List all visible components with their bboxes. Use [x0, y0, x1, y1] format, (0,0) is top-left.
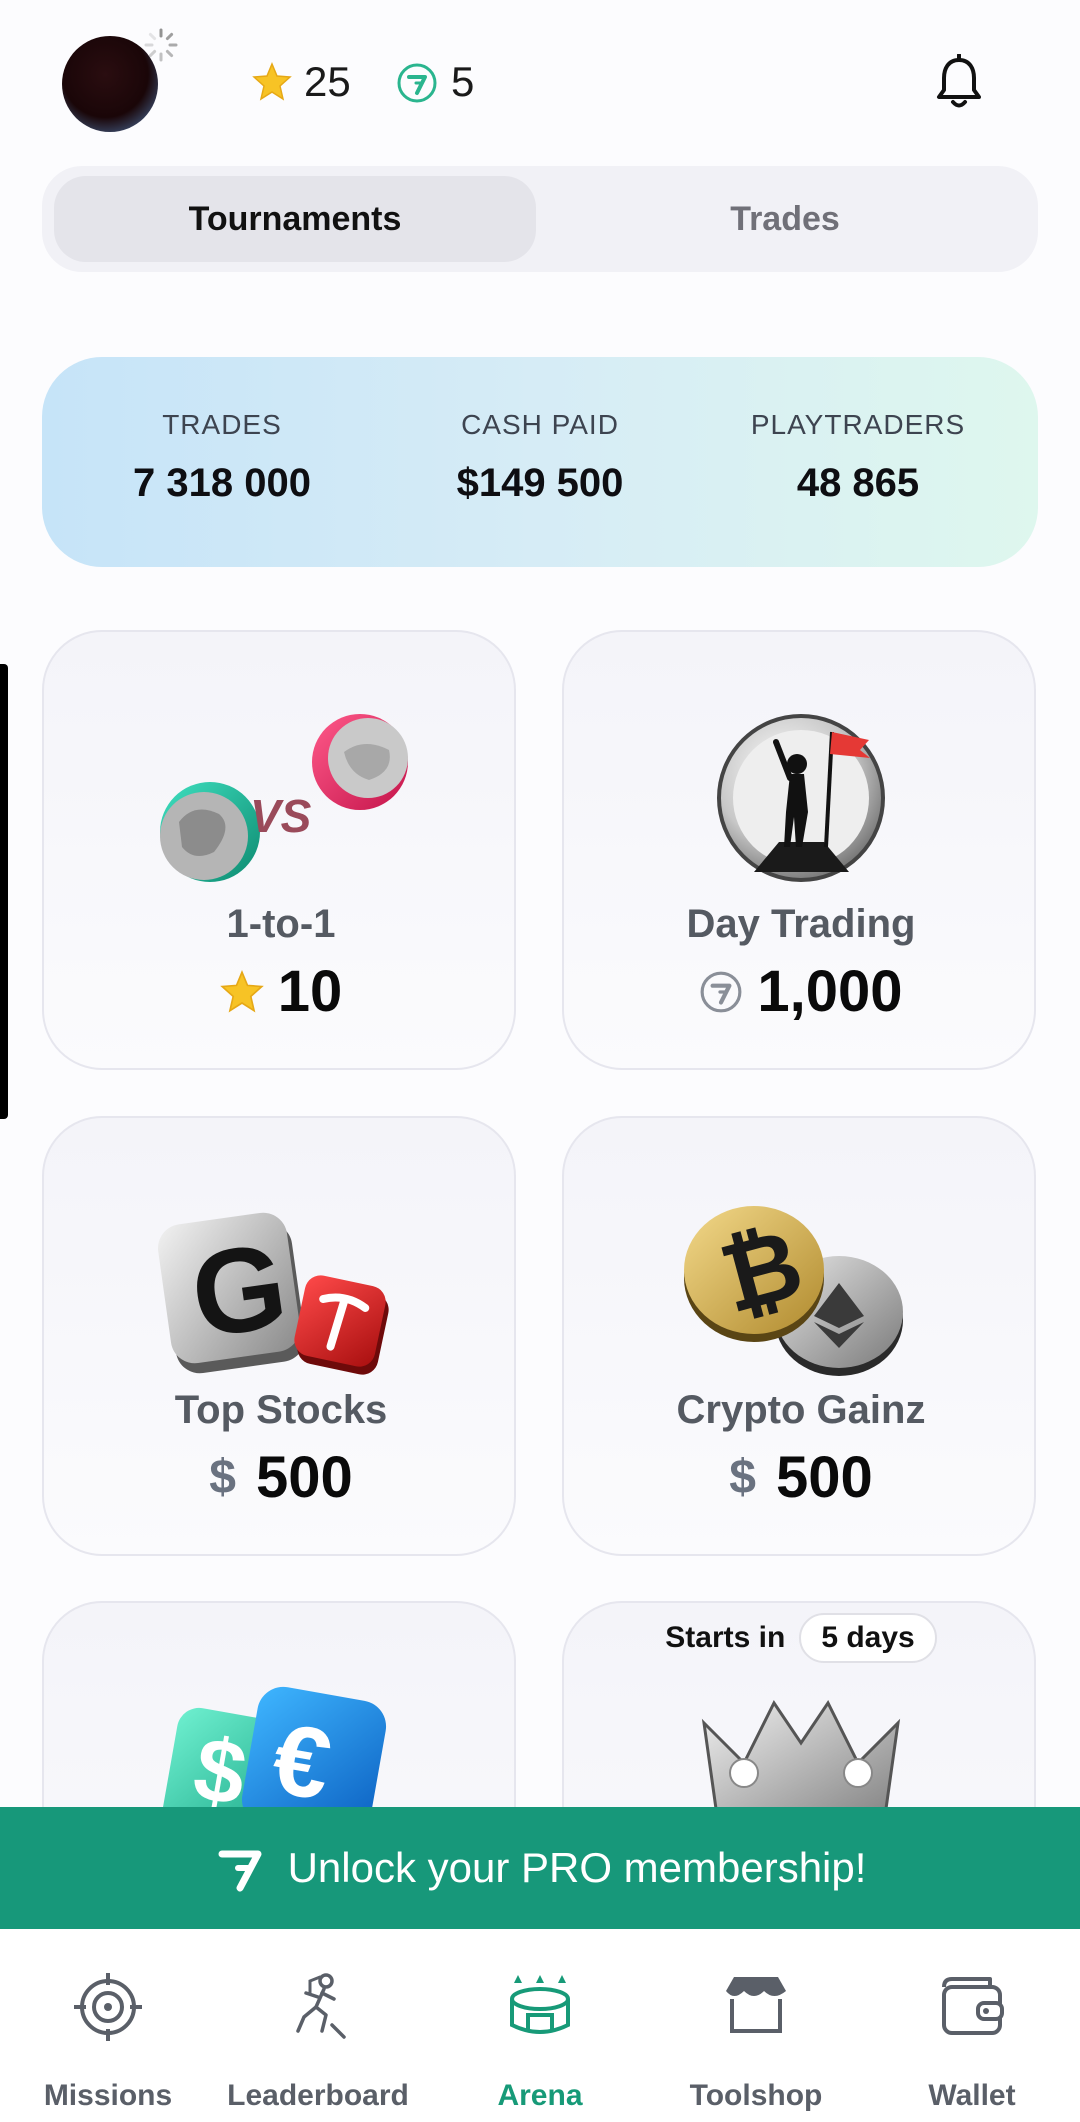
nav-label: Leaderboard [227, 2079, 409, 2112]
price-value: 500 [775, 1445, 873, 1510]
card-price: 1,000 [564, 958, 1034, 1025]
top-bar: 25 5 [0, 0, 1080, 160]
card-title: Crypto Gainz [676, 1388, 926, 1432]
price-value: 1,000 [757, 959, 903, 1024]
pro-banner-text: Unlock your PRO membership! [287, 1844, 867, 1891]
wallet-icon [942, 1977, 1004, 2035]
nav-missions[interactable]: Missions [0, 1929, 216, 2122]
dollar-icon: $ [209, 1451, 236, 1504]
target-icon [74, 1973, 142, 2041]
stars-count: 25 [304, 58, 351, 105]
crypto-coins-icon: ₿ [684, 1206, 903, 1376]
nav-wallet[interactable]: Wallet [864, 1929, 1080, 2122]
playtraders-logo-icon [218, 1850, 262, 1892]
nav-label: Toolshop [689, 2079, 823, 2112]
star-icon [219, 969, 264, 1012]
tournament-card-top-stocks[interactable]: G Top Stocks $ 500 [42, 1116, 516, 1556]
star-icon [252, 62, 292, 101]
summit-flag-icon [717, 714, 885, 882]
bell-icon[interactable] [934, 54, 984, 110]
stat-value: 48 865 [796, 461, 920, 505]
tournament-card-1-to-1[interactable]: VS 1-to-1 10 [42, 630, 516, 1070]
price-value: 10 [277, 959, 343, 1024]
stock-logos-icon: G [157, 1212, 389, 1375]
tournament-card-day-trading[interactable]: Day Trading 1,000 [562, 630, 1036, 1070]
tab-tournaments[interactable]: Tournaments [54, 176, 536, 262]
tournament-card-crypto-gainz[interactable]: ₿ Crypto Gainz $ 500 [562, 1116, 1036, 1556]
card-title: 1-to-1 [226, 902, 336, 946]
stats-panel: TRADES 7 318 000 CASH PAID $149 500 PLAY… [42, 357, 1038, 567]
climber-icon [296, 1973, 346, 2039]
starts-in-value: 5 days [799, 1613, 937, 1663]
versus-icon: VS [160, 714, 408, 882]
price-value: 500 [255, 1445, 353, 1510]
pro-membership-banner[interactable]: Unlock your PRO membership! [0, 1807, 1080, 1929]
card-price: $ 500 [44, 1444, 514, 1511]
tab-switcher: Tournaments Trades [42, 166, 1038, 272]
card-price: 10 [44, 958, 514, 1025]
shop-icon [726, 1977, 786, 2033]
svg-text:VS: VS [250, 790, 312, 842]
stat-label: CASH PAID [461, 409, 619, 440]
tab-trades[interactable]: Trades [544, 176, 1026, 262]
stat-playtraders: PLAYTRADERS 48 865 [708, 409, 1008, 506]
nav-label: Missions [43, 2079, 173, 2112]
stat-trades: TRADES 7 318 000 [72, 409, 372, 506]
side-edge-bar [0, 664, 8, 1119]
nav-leaderboard[interactable]: Leaderboard [210, 1929, 426, 2122]
card-price: $ 500 [564, 1444, 1034, 1511]
bottom-navigation: Missions Leaderboard Arena Toolshop Wall… [0, 1929, 1080, 2122]
svg-text:G: G [184, 1218, 295, 1364]
stat-value: 7 318 000 [133, 461, 311, 505]
stat-label: PLAYTRADERS [750, 409, 966, 440]
coins-count: 5 [451, 58, 475, 105]
starts-in-badge: Starts in 5 days [564, 1613, 1034, 1663]
stat-label: TRADES [162, 409, 282, 440]
nav-label: Arena [497, 2079, 583, 2112]
nav-toolshop[interactable]: Toolshop [648, 1929, 864, 2122]
stat-cash-paid: CASH PAID $149 500 [390, 409, 690, 506]
starts-in-label: Starts in [665, 1621, 786, 1654]
loading-spinner-icon [144, 28, 178, 62]
stat-value: $149 500 [456, 461, 624, 505]
nav-label: Wallet [928, 2079, 1016, 2112]
arena-icon [510, 1975, 570, 2034]
card-title: Day Trading [686, 902, 916, 946]
nav-arena[interactable]: Arena [432, 1929, 648, 2122]
playtraders-coin-icon [700, 971, 742, 1012]
playtraders-coin-icon [397, 63, 437, 103]
dollar-icon: $ [729, 1451, 756, 1504]
card-title: Top Stocks [174, 1388, 388, 1432]
